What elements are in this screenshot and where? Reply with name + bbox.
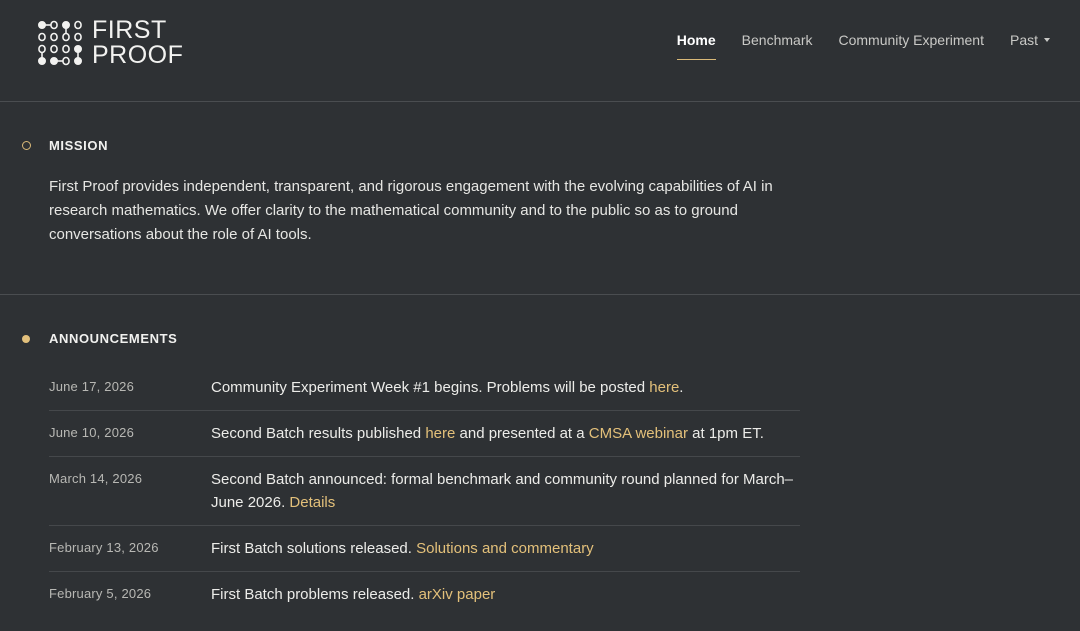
announcement-list: June 17, 2026 Community Experiment Week … — [49, 365, 800, 617]
logo-mark-icon — [37, 20, 82, 66]
dot-bullet-icon — [22, 334, 30, 343]
announcement-date: June 10, 2026 — [49, 425, 135, 440]
announcement-row: March 14, 2026 Second Batch announced: f… — [49, 457, 800, 526]
announcement-row: June 17, 2026 Community Experiment Week … — [49, 365, 800, 411]
announcement-text: Second Batch results published here and … — [211, 422, 800, 445]
announcement-text: First Batch solutions released. Solution… — [211, 537, 800, 560]
text-span: and presented at a — [455, 425, 589, 442]
announcement-row: June 10, 2026 Second Batch results publi… — [49, 411, 800, 457]
details-link[interactable]: Details — [289, 494, 335, 511]
nav-past-dropdown[interactable]: Past — [1010, 32, 1050, 58]
text-span: Community Experiment Week #1 begins. Pro… — [211, 379, 650, 396]
announcement-row: February 13, 2026 First Batch solutions … — [49, 526, 800, 572]
text-span: First Batch problems released. — [211, 586, 419, 603]
announcements-heading: ANNOUNCEMENTS — [22, 331, 177, 346]
logo-line-2: PROOF — [92, 41, 184, 69]
site-header: FIRST PROOF Home Benchmark Community Exp… — [0, 0, 1080, 102]
announcement-date: February 13, 2026 — [49, 540, 159, 555]
nav-home[interactable]: Home — [676, 32, 716, 60]
mission-text: First Proof provides independent, transp… — [49, 178, 773, 243]
text-span: First Batch solutions released. — [211, 540, 417, 557]
mission-title: MISSION — [49, 138, 109, 153]
announcement-text: First Batch problems released. arXiv pap… — [211, 583, 800, 606]
text-span: at 1pm ET. — [688, 425, 764, 442]
mission-heading: MISSION — [22, 138, 108, 153]
announcement-date: March 14, 2026 — [49, 471, 143, 486]
logo-line-1: FIRST — [92, 16, 167, 44]
cmsa-webinar-link[interactable]: CMSA webinar — [589, 425, 688, 442]
announcement-text: Community Experiment Week #1 begins. Pro… — [211, 376, 800, 399]
solutions-link[interactable]: Solutions and commentary — [416, 540, 594, 557]
arxiv-paper-link[interactable]: arXiv paper — [419, 586, 496, 603]
mission-section: MISSION First Proof provides independent… — [0, 102, 1080, 295]
announcements-title: ANNOUNCEMENTS — [49, 331, 178, 346]
announcements-section: ANNOUNCEMENTS June 17, 2026 Community Ex… — [0, 295, 1080, 631]
nav-benchmark[interactable]: Benchmark — [742, 32, 813, 58]
announcement-text: Second Batch announced: formal benchmark… — [211, 468, 800, 514]
text-span: . — [679, 379, 684, 396]
announcement-date: June 17, 2026 — [49, 379, 135, 394]
nav-past-label: Past — [1009, 32, 1038, 48]
text-span: Second Batch results published — [211, 425, 426, 442]
caret-down-icon — [1044, 38, 1050, 43]
logo-wordmark: FIRST PROOF — [92, 18, 183, 68]
main-nav: Home Benchmark Community Experiment Past — [651, 32, 1050, 60]
site-logo[interactable]: FIRST PROOF — [36, 18, 183, 68]
announcement-date: February 5, 2026 — [49, 586, 152, 601]
problems-link[interactable]: here — [649, 379, 679, 396]
nav-community-experiment[interactable]: Community Experiment — [838, 32, 984, 58]
ring-bullet-icon — [22, 141, 31, 150]
results-link[interactable]: here — [425, 425, 455, 442]
announcement-row: February 5, 2026 First Batch problems re… — [49, 572, 800, 617]
